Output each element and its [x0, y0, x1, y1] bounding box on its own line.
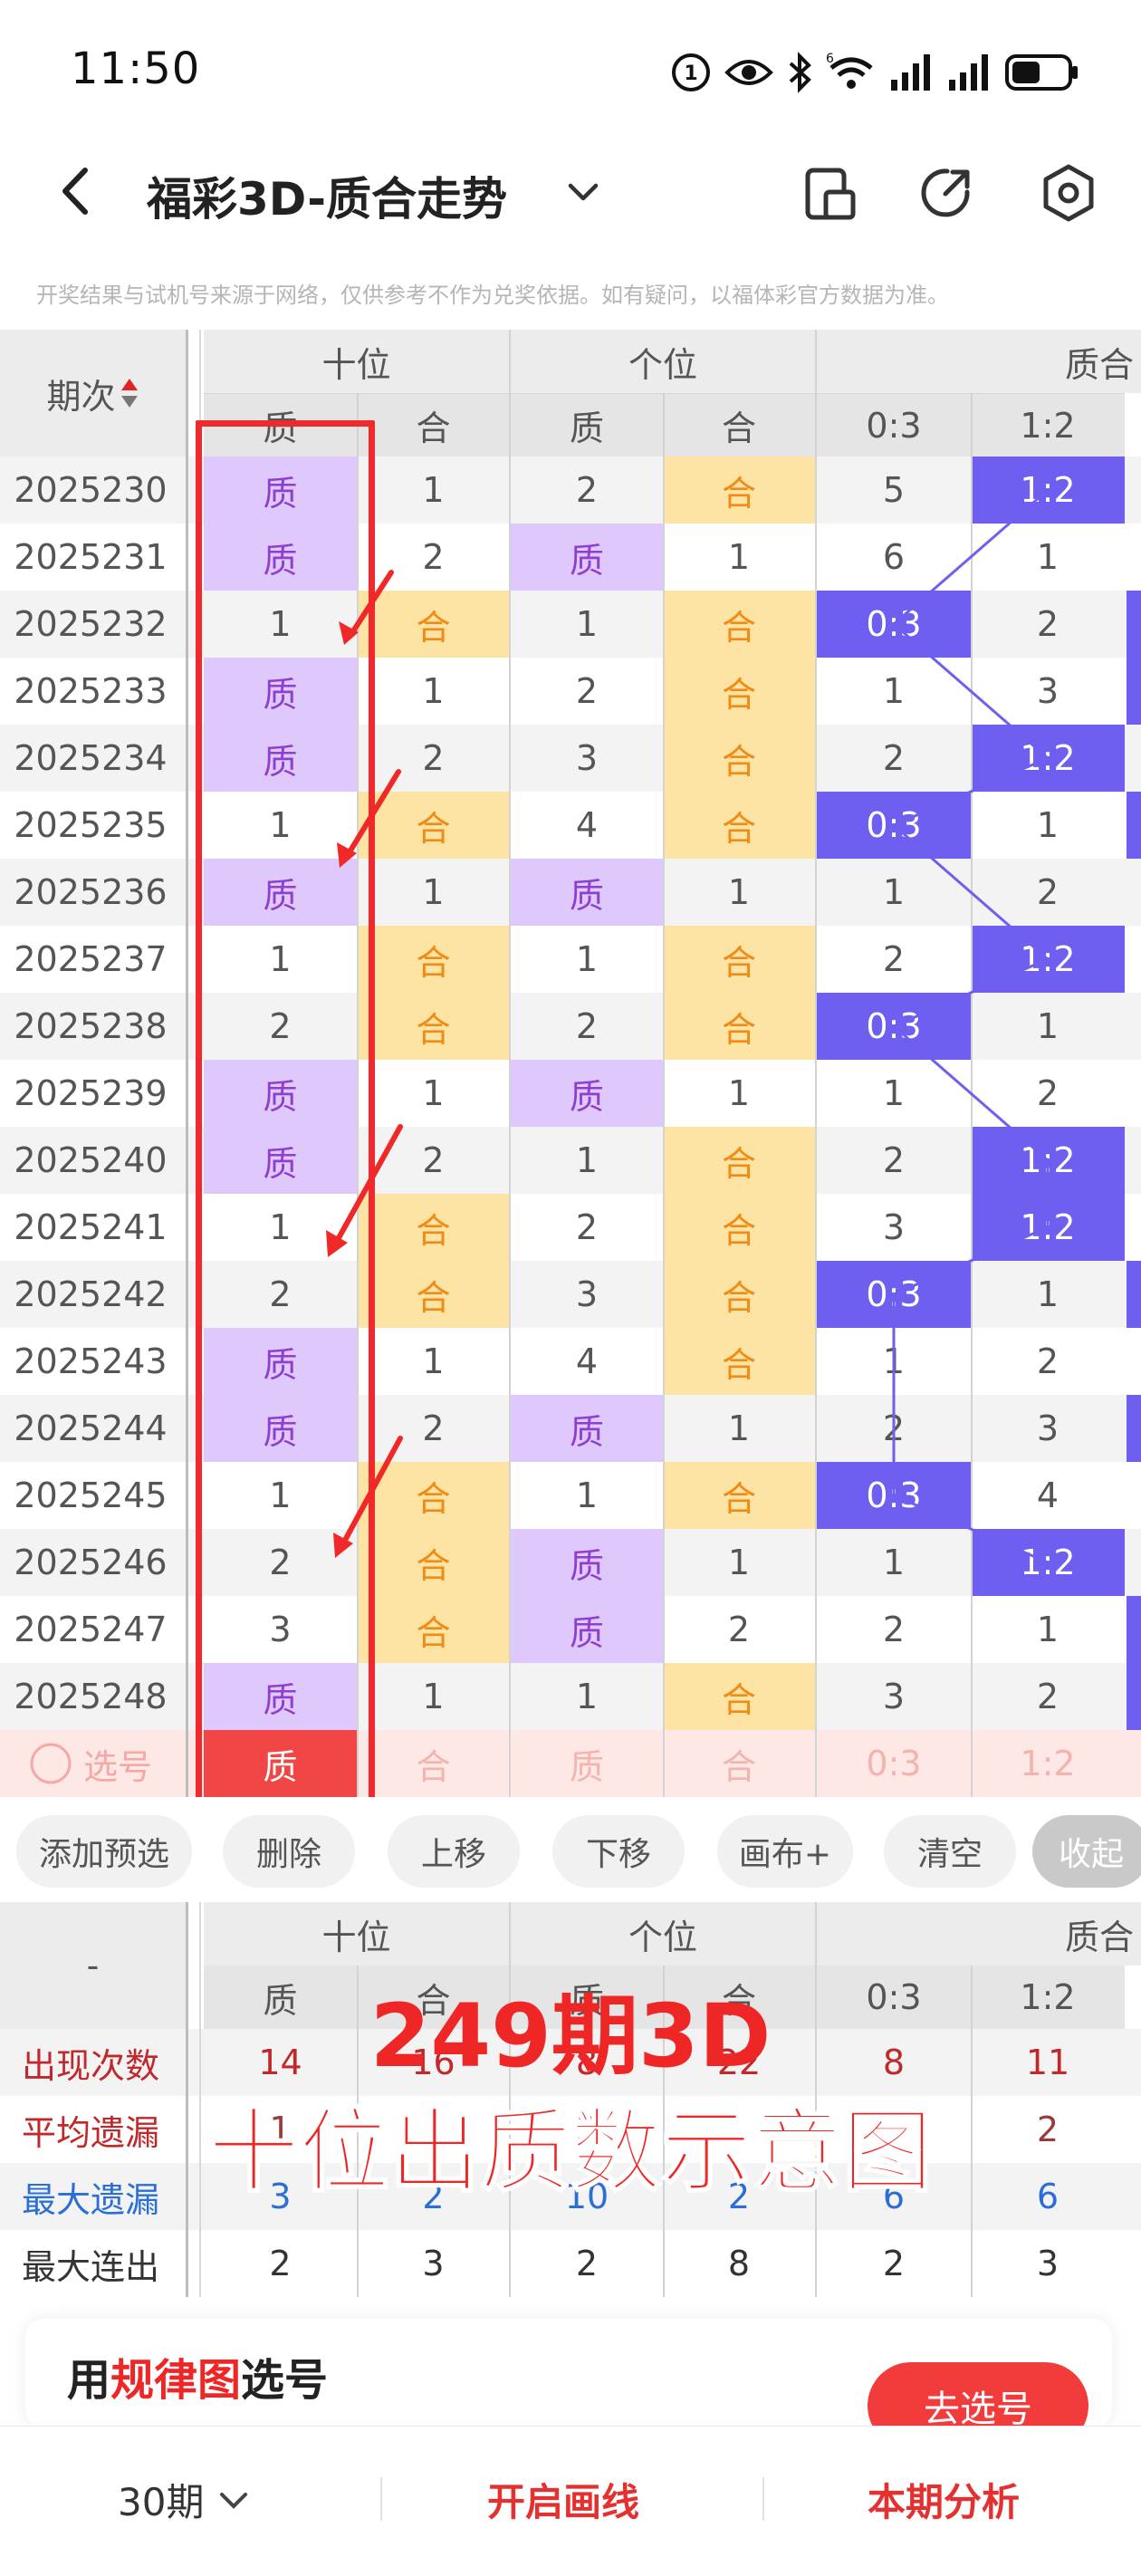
action-bar: 添加预选 删除 上移 下移 画布+ 清空 收起: [0, 1799, 1141, 1900]
stats-value: 2: [269, 2244, 292, 2283]
stats-group-units: 个位: [511, 1902, 815, 1966]
divider: [380, 2477, 382, 2521]
stats-group-tens: 十位: [204, 1902, 509, 1966]
move-down-button[interactable]: 下移: [552, 1815, 685, 1888]
status-bar: 11:50 1 6: [0, 0, 1141, 136]
settings-icon[interactable]: [1037, 161, 1100, 225]
chevron-down-icon: [220, 2492, 248, 2509]
stats-value: 8: [727, 2244, 751, 2283]
signal-icon: [891, 54, 930, 91]
wifi-icon: 6: [826, 52, 873, 89]
stats-value: 3: [1036, 2244, 1060, 2283]
bottom-bar: 30期 开启画线 本期分析: [0, 2426, 1141, 2576]
trend-table: 期次 十位 个位 质合 质合质合 0:3 1:2 2025230 质 1 2 合 5 1:2 20…: [0, 330, 1141, 1797]
enable-drawing-button[interactable]: 开启画线: [487, 2472, 639, 2527]
clear-button[interactable]: 清空: [884, 1815, 1016, 1888]
canvas-plus-button[interactable]: 画布+: [717, 1815, 853, 1888]
status-icons: 1 6: [670, 45, 1079, 100]
alarm-clock-icon: 1: [672, 53, 710, 91]
chevron-down-icon[interactable]: [563, 172, 603, 212]
stats-value: 2: [575, 2244, 599, 2283]
overlay-line-2: 十位出质数示意图: [207, 2098, 934, 2206]
svg-text:6: 6: [826, 52, 834, 66]
share-icon[interactable]: [915, 161, 978, 225]
screen: 11:50 1 6 福彩3D-质合走势 开奖结果与试机号来源于网络，仅供参考不作…: [0, 0, 1141, 2576]
delete-button[interactable]: 删除: [223, 1815, 355, 1888]
stats-row-label: 最大连出: [21, 2246, 159, 2287]
battery-icon: [1005, 54, 1078, 91]
status-time: 11:50: [71, 43, 201, 94]
go-select-button[interactable]: 去选号: [868, 2362, 1088, 2427]
page-title[interactable]: 福彩3D-质合走势: [147, 163, 507, 228]
move-up-button[interactable]: 上移: [388, 1815, 520, 1888]
stats-table: - 十位 个位 质合 质合质合 0:3 1:2 出现次数 14 16 8 22 8 11 平均遗漏 1…: [0, 1902, 1141, 2297]
back-arrow-icon[interactable]: [45, 159, 109, 223]
card-title: 用规律图选号: [67, 2355, 329, 2406]
bluetooth-icon: [789, 52, 811, 93]
landscape-rotate-icon[interactable]: [797, 161, 860, 225]
collapse-button[interactable]: 收起: [1032, 1815, 1141, 1888]
disclaimer-text: 开奖结果与试机号来源于网络，仅供参考不作为兑奖依据。如有疑问，以福体彩官方数据为…: [36, 283, 949, 308]
add-preselect-button[interactable]: 添加预选: [16, 1815, 192, 1888]
overlay-line-1: 249期3D: [369, 1985, 772, 2087]
period-count-label: 30期: [118, 2480, 205, 2524]
current-analysis-button[interactable]: 本期分析: [868, 2472, 1020, 2527]
stats-value: 2: [882, 2244, 906, 2283]
stats-group-prime-composite: 质合: [817, 1902, 1141, 1966]
divider: [762, 2477, 764, 2521]
period-count-selector[interactable]: 30期: [118, 2472, 251, 2527]
eye-icon: [724, 60, 773, 85]
svg-text:1: 1: [684, 62, 697, 85]
annotation-arrows: [326, 570, 403, 1558]
stats-value: 3: [422, 2244, 445, 2283]
nav-bar: 福彩3D-质合走势: [0, 136, 1141, 263]
signal-icon-2: [949, 54, 988, 91]
pattern-chart-card: 用规律图选号 去选号: [25, 2319, 1112, 2427]
